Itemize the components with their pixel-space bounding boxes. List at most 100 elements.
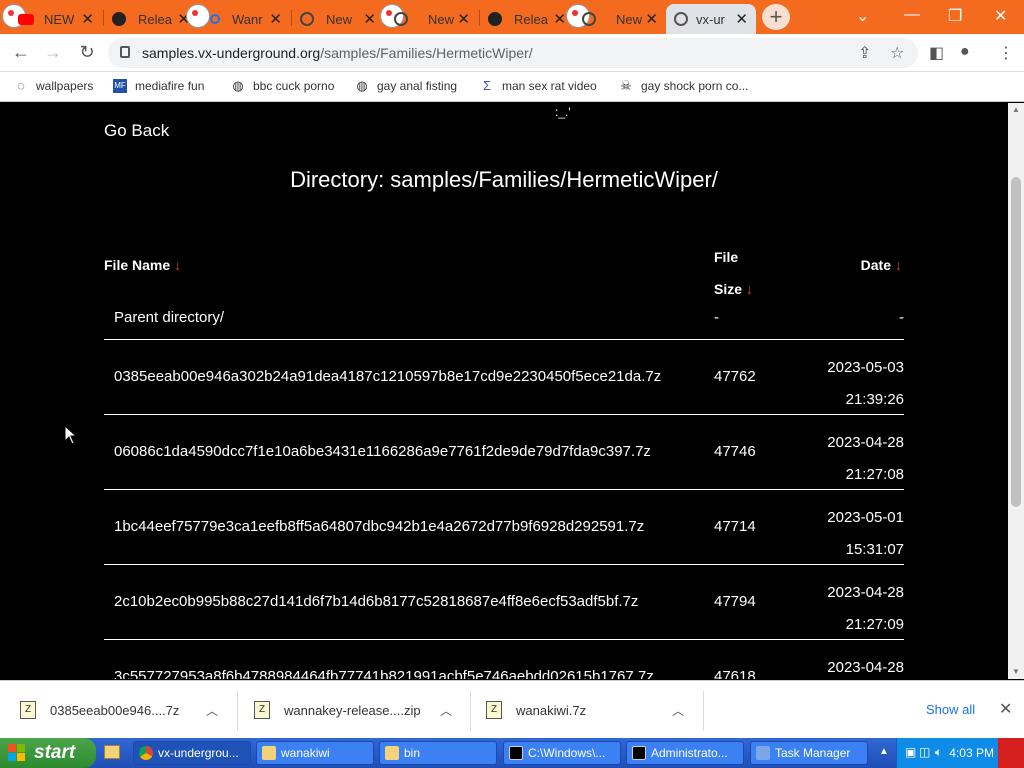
taskbar-button-chrome[interactable]: vx-undergrou... <box>133 741 251 765</box>
taskbar-button-folder[interactable]: wanakiwi <box>256 741 374 765</box>
volume-icon[interactable]: 🔈︎ <box>935 745 942 760</box>
globe-icon: ◍ <box>356 78 368 93</box>
download-item[interactable]: Z wanakiwi.7z ︿ <box>486 681 696 739</box>
chevron-down-icon[interactable]: ⌄ <box>856 6 869 26</box>
column-header-date[interactable]: Date ↓ <box>861 257 902 273</box>
console-icon <box>632 746 646 760</box>
file-link[interactable]: 0385eeab00e946a302b24a91dea4187c1210597b… <box>114 368 661 385</box>
display-icon[interactable]: ◫ <box>919 745 930 759</box>
globe-icon <box>300 12 314 26</box>
close-icon[interactable]: ✕ <box>553 10 566 28</box>
youtube-icon <box>18 14 34 25</box>
download-filename: wanakiwi.7z <box>516 702 587 718</box>
back-arrow-icon[interactable]: ← <box>10 42 32 63</box>
archive-file-icon: Z <box>486 701 502 719</box>
new-tab-button[interactable]: + <box>762 4 790 30</box>
archive-file-icon: Z <box>20 701 36 719</box>
file-link[interactable]: 1bc44eef75779e3ca1eefb8ff5a64807dbc942b1… <box>114 518 644 535</box>
minimize-icon[interactable]: — <box>904 6 920 24</box>
tab-youtube[interactable]: NEW ✕ <box>10 4 102 34</box>
close-icon[interactable]: ✕ <box>457 10 470 28</box>
star-icon[interactable]: ☆ <box>890 43 904 63</box>
scrollbar-thumb[interactable] <box>1011 177 1021 507</box>
tab-github-1[interactable]: Relea ✕ <box>104 4 198 34</box>
file-date: - <box>899 309 904 326</box>
page-scrollbar[interactable]: ▲ ▼ <box>1008 103 1024 679</box>
tab-label: New <box>326 11 353 27</box>
tray-expand-icon[interactable]: ▲ <box>879 746 889 757</box>
chevron-up-icon[interactable]: ︿ <box>672 702 684 719</box>
tab-search[interactable]: Wanr ✕ <box>198 4 290 34</box>
bookmark-item[interactable]: Σman sex rat video <box>480 79 597 94</box>
url-text: samples.vx-underground.org/samples/Famil… <box>142 45 533 61</box>
file-link[interactable]: 06086c1da4590dcc7f1e10a6be3431e1166286a9… <box>114 443 651 460</box>
table-row: 06086c1da4590dcc7f1e10a6be3431e1166286a9… <box>104 414 904 489</box>
sort-arrow-icon: ↓ <box>174 257 182 273</box>
profile-icon[interactable]: ● <box>960 43 970 61</box>
file-size: 47618 <box>714 668 756 679</box>
download-item[interactable]: Z wannakey-release....zip ︿ <box>254 681 464 739</box>
tab-new-1[interactable]: New ✕ <box>292 4 384 34</box>
close-icon[interactable]: ✕ <box>999 699 1012 719</box>
sort-arrow-icon: ↓ <box>895 257 902 273</box>
quick-launch-folder-icon[interactable] <box>104 745 120 759</box>
taskbar: start vx-undergrou... wanakiwi bin C:\Wi… <box>0 738 1024 768</box>
close-window-icon[interactable]: ✕ <box>994 6 1007 26</box>
taskbar-button-folder[interactable]: bin <box>379 741 497 765</box>
bookmark-item[interactable]: ☠ gay shock porn co... <box>619 79 748 94</box>
download-item[interactable]: Z 0385eeab00e946....7z ︿ <box>20 681 230 739</box>
tab-new-3[interactable]: New ✕ <box>574 4 666 34</box>
close-icon[interactable]: ✕ <box>645 10 658 28</box>
restore-icon[interactable]: ❐ <box>948 6 962 26</box>
forward-arrow-icon[interactable]: → <box>42 42 64 63</box>
close-icon[interactable]: ✕ <box>363 10 376 28</box>
reload-icon[interactable]: ↻ <box>76 42 98 63</box>
bookmark-item[interactable]: MF mediafire fun <box>113 79 204 93</box>
menu-icon[interactable]: ⋮ <box>998 43 1014 63</box>
column-header-size[interactable]: File Size ↓ <box>714 241 774 305</box>
clock: 4:03 PM <box>949 746 994 760</box>
tab-new-2[interactable]: New ✕ <box>386 4 478 34</box>
taskbar-button-cmd[interactable]: Administrato... <box>626 741 744 765</box>
scroll-up-icon[interactable]: ▲ <box>1012 105 1020 114</box>
start-button[interactable]: start <box>0 738 96 768</box>
file-link[interactable]: 3c557727953a8f6b4788984464fb77741b821991… <box>114 668 654 679</box>
download-filename: 0385eeab00e946....7z <box>50 702 180 718</box>
bookmark-item[interactable]: ◍ bbc cuck porno <box>231 79 334 94</box>
github-icon <box>488 12 502 26</box>
close-icon[interactable]: ✕ <box>269 10 282 28</box>
scroll-down-icon[interactable]: ▼ <box>1012 667 1020 676</box>
file-link[interactable]: 2c10b2ec0b995b88c27d141d6f7b14d6b8177c52… <box>114 593 638 610</box>
network-icon[interactable]: ▣ <box>905 745 916 759</box>
chevron-up-icon[interactable]: ︿ <box>206 702 218 719</box>
globe-icon <box>394 12 408 26</box>
tab-label: New <box>616 11 643 27</box>
page-title: Directory: samples/Families/HermeticWipe… <box>290 167 718 192</box>
address-bar[interactable]: samples.vx-underground.org/samples/Famil… <box>108 38 918 68</box>
download-filename: wannakey-release....zip <box>284 702 421 718</box>
table-row: 3c557727953a8f6b4788984464fb77741b821991… <box>104 639 904 679</box>
bookmark-item[interactable]: ◌ wallpapers <box>14 79 93 94</box>
tab-label: Relea <box>138 11 172 27</box>
mouse-cursor-icon <box>64 425 78 445</box>
parent-directory-link[interactable]: Parent directory/ <box>114 309 224 326</box>
archive-file-icon: Z <box>254 701 270 719</box>
chevron-up-icon[interactable]: ︿ <box>440 702 452 719</box>
bookmark-item[interactable]: ◍ gay anal fisting <box>355 78 457 94</box>
download-shelf: Z 0385eeab00e946....7z ︿ Z wannakey-rele… <box>0 680 1024 738</box>
share-icon[interactable]: ⇪ <box>858 43 871 63</box>
tab-vx-underground[interactable]: vx-ur ✕ <box>666 4 756 34</box>
show-all-button[interactable]: Show all <box>926 702 975 717</box>
globe-icon <box>674 12 688 26</box>
tab-github-2[interactable]: Relea ✕ <box>480 4 574 34</box>
go-back-link[interactable]: Go Back <box>104 121 169 141</box>
close-icon[interactable]: ✕ <box>81 10 94 28</box>
sidebar-icon[interactable]: ◧ <box>929 43 944 63</box>
table-header: File Name ↓ File Size ↓ Date ↓ <box>104 233 904 297</box>
close-icon[interactable]: ✕ <box>735 10 748 28</box>
taskbar-button-task-manager[interactable]: Task Manager <box>750 741 868 765</box>
column-header-name[interactable]: File Name ↓ <box>104 257 181 273</box>
tab-label: Wanr <box>232 11 263 27</box>
taskbar-button-cmd[interactable]: C:\Windows\... <box>503 741 621 765</box>
page-mark: :_.' <box>555 105 571 119</box>
